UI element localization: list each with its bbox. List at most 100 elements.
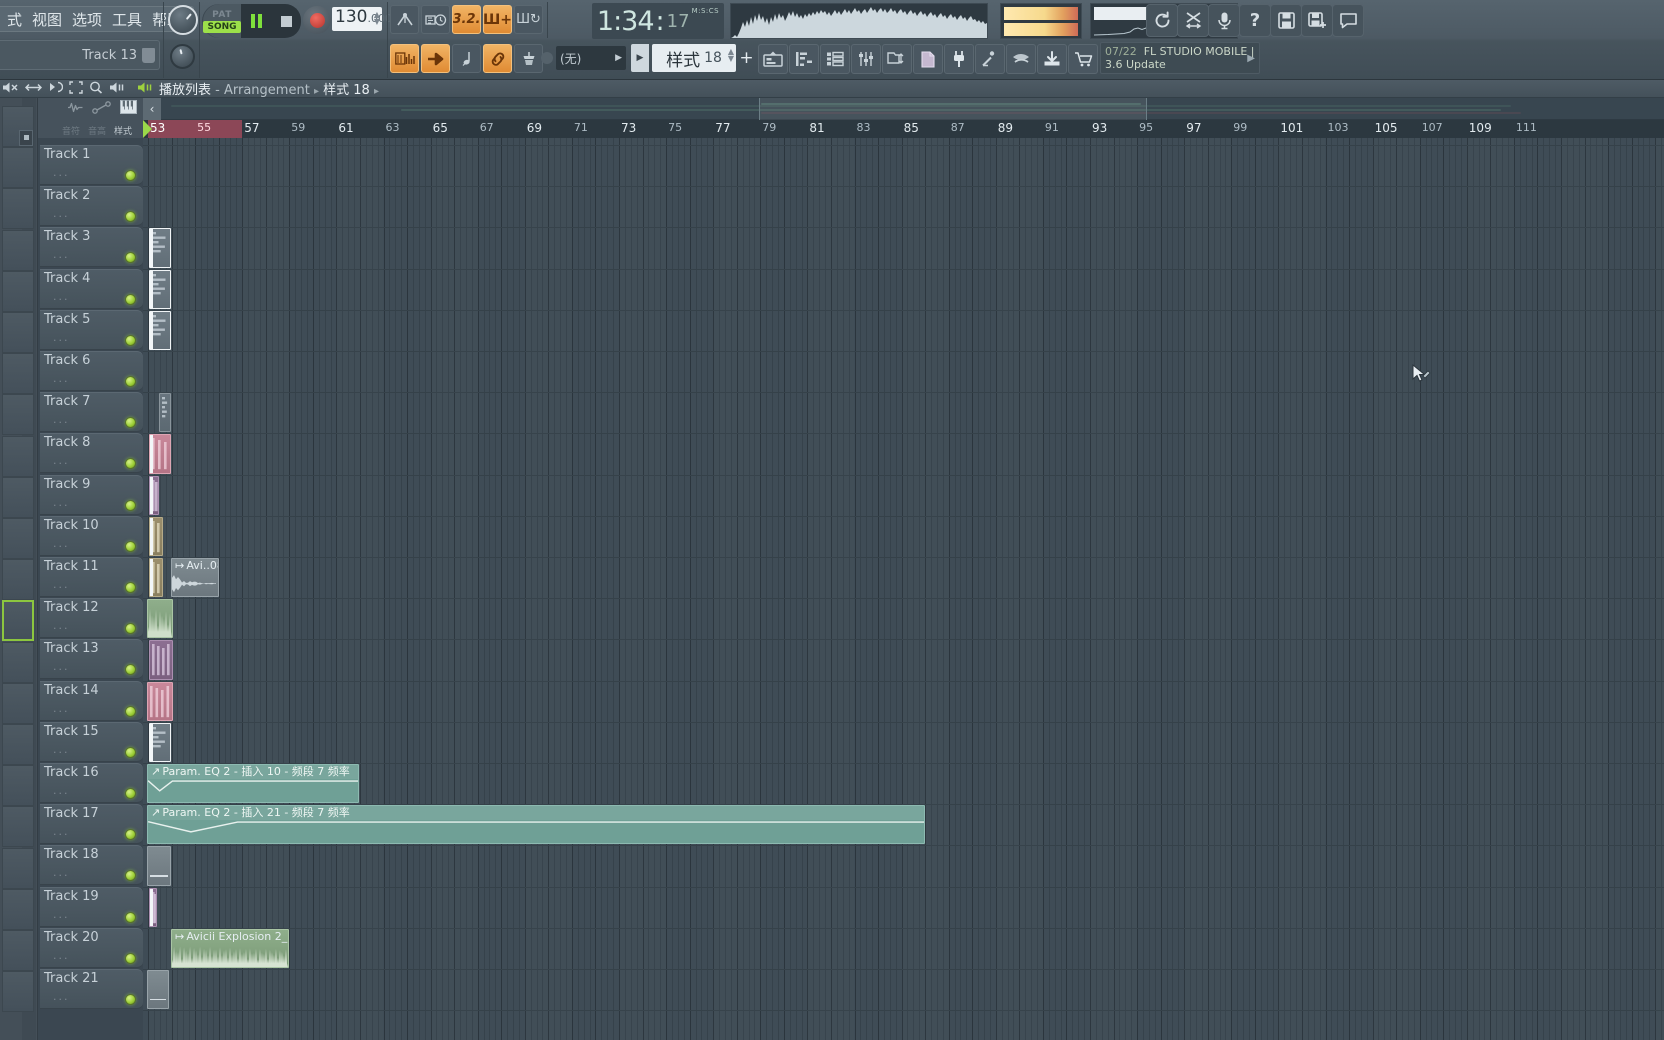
channel-cell[interactable]: [2, 682, 34, 724]
trash-icon[interactable]: [142, 47, 155, 63]
menu-item-2[interactable]: 选项: [67, 9, 107, 30]
time-display[interactable]: 1:34 : 17 M:S:CS: [592, 3, 724, 39]
step-edit-plus-icon[interactable]: Ш+: [483, 5, 512, 34]
channel-cell[interactable]: [2, 394, 34, 436]
track-header[interactable]: Track 8...: [40, 433, 143, 474]
tempo-spinner-icon[interactable]: ▲ ▼: [374, 11, 380, 26]
track-header[interactable]: Track 9...: [40, 474, 143, 515]
playlist-clip[interactable]: [149, 269, 171, 309]
playlist-clip[interactable]: [149, 516, 163, 556]
track-header[interactable]: Track 13...: [40, 639, 143, 680]
piano-roll-icon[interactable]: [789, 44, 819, 74]
channel-cell[interactable]: [2, 930, 34, 971]
track-header[interactable]: Track 12...: [40, 598, 143, 639]
channel-cell[interactable]: [2, 765, 34, 807]
playlist-clip[interactable]: [147, 970, 169, 1010]
channel-cell[interactable]: [2, 229, 34, 271]
help-icon[interactable]: ?: [1239, 4, 1271, 37]
count-in-32-icon[interactable]: 3.2.: [452, 5, 481, 34]
channel-cell[interactable]: [2, 888, 34, 930]
track-enable-led[interactable]: [125, 211, 136, 223]
channel-cell[interactable]: [2, 559, 34, 601]
typing-keyboard-to-piano-icon[interactable]: [390, 5, 419, 34]
playlist-clip[interactable]: [149, 228, 171, 268]
channel-cell[interactable]: [2, 476, 34, 518]
channel-scroll-handle[interactable]: [19, 130, 33, 146]
play-pause-button[interactable]: [241, 4, 271, 38]
track-header[interactable]: Track 2...: [40, 186, 143, 227]
loop-record-icon[interactable]: Ш↻: [514, 5, 543, 34]
undo-icon[interactable]: [1146, 4, 1178, 37]
volume-icon[interactable]: [109, 81, 125, 97]
track-header[interactable]: Track 1...: [40, 145, 143, 185]
playlist-clip[interactable]: [159, 393, 171, 433]
master-volume-knob[interactable]: [168, 5, 198, 35]
track-enable-led[interactable]: [125, 293, 136, 305]
track-enable-led[interactable]: [125, 499, 136, 511]
master-pitch-knob[interactable]: [170, 44, 195, 69]
track-header[interactable]: Track 7...: [40, 392, 143, 433]
menu-bar[interactable]: 式 视图 选项 工具 帮助: [0, 6, 195, 32]
track-enable-led[interactable]: [125, 252, 136, 264]
overview-viewport[interactable]: [759, 98, 1147, 120]
track-header[interactable]: Track 15...: [40, 721, 143, 762]
track-header[interactable]: Track 11...: [40, 557, 143, 597]
save-icon[interactable]: [1270, 4, 1302, 37]
playlist-window-icon[interactable]: [758, 44, 788, 74]
track-enable-led[interactable]: [125, 705, 136, 717]
track-header[interactable]: Track 19...: [40, 886, 143, 927]
track-enable-led[interactable]: [125, 458, 136, 470]
channel-rack-icon[interactable]: [820, 44, 850, 74]
stop-button[interactable]: [271, 4, 301, 38]
track-enable-led[interactable]: [125, 870, 136, 882]
resize-icon[interactable]: [24, 81, 43, 97]
mute-icon[interactable]: [2, 81, 19, 97]
track-enable-led[interactable]: [125, 582, 136, 593]
audio-clip-tool-icon[interactable]: [66, 101, 84, 118]
track-enable-led[interactable]: [125, 994, 136, 1005]
track-enable-led[interactable]: [125, 540, 136, 552]
playlist-grid[interactable]: ↦ Avi..08 ↗ Param. EQ 2 - 插入 10 - 频段 7 频率…: [143, 138, 1664, 1040]
pattern-add-button[interactable]: +: [738, 44, 755, 72]
menu-item-1[interactable]: 视图: [27, 9, 67, 30]
channel-cell[interactable]: [2, 641, 34, 683]
playlist-clip[interactable]: [149, 558, 163, 598]
playlist-clip[interactable]: [149, 640, 173, 680]
plugin-picker-icon[interactable]: [944, 44, 974, 74]
menu-item-3[interactable]: 工具: [107, 9, 147, 30]
track-header[interactable]: Track 18...: [40, 845, 143, 886]
fullscreen-icon[interactable]: [69, 80, 83, 97]
track-header[interactable]: Track 6...: [40, 351, 143, 391]
playlist-clip[interactable]: ↗ Param. EQ 2 - 插入 10 - 频段 7 频率: [147, 764, 359, 804]
channel-cell[interactable]: [2, 188, 34, 230]
pattern-selector[interactable]: 样式 18 ▲ ▼: [652, 44, 736, 72]
track-enable-led[interactable]: [125, 170, 136, 181]
channel-cell[interactable]: [2, 600, 34, 642]
menu-item-0[interactable]: 式: [2, 9, 27, 30]
channel-cell[interactable]: [2, 806, 34, 848]
collapse-tracks-button[interactable]: ‹: [143, 98, 161, 120]
pattern-prev-button[interactable]: ▶: [631, 44, 649, 72]
channel-cell[interactable]: [2, 435, 34, 477]
news-hint-bar[interactable]: 07/22 FL STUDIO MOBILE | 3.6 Update ▶: [1100, 42, 1260, 74]
pattern-song-toggle[interactable]: PAT SONG: [203, 4, 241, 38]
snap-selector[interactable]: (无) ▶: [556, 46, 626, 70]
automation-tool-icon[interactable]: [92, 100, 112, 118]
tempo-display[interactable]: 130 .000 ▲ ▼: [332, 7, 392, 31]
pattern-grid-icon[interactable]: [390, 44, 419, 73]
track-enable-led[interactable]: [125, 664, 136, 676]
track-enable-led[interactable]: [125, 911, 136, 923]
browser-icon[interactable]: [882, 44, 912, 74]
playhead-marker-icon[interactable]: [143, 120, 152, 138]
track-enable-led[interactable]: [125, 376, 136, 387]
pattern-spinner-icon[interactable]: ▲ ▼: [728, 48, 734, 63]
track-header[interactable]: Track 5...: [40, 309, 143, 350]
playlist-clip[interactable]: ↦ Avi..08: [171, 558, 219, 598]
playlist-clip[interactable]: [149, 887, 157, 927]
track-header[interactable]: Track 16...: [40, 763, 143, 803]
channel-cell[interactable]: [2, 353, 34, 395]
track-enable-led[interactable]: [125, 829, 136, 841]
metronome-icon[interactable]: [514, 44, 543, 73]
note-icon[interactable]: [452, 44, 481, 73]
channel-cell[interactable]: [2, 847, 34, 889]
